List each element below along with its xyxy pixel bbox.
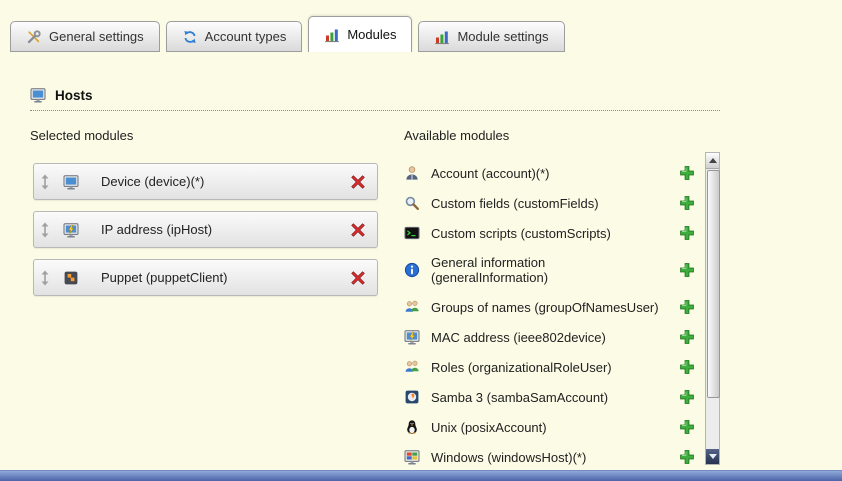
available-module-label: Samba 3 (sambaSamAccount)	[431, 390, 663, 405]
available-module-row: Unix (posixAccount)	[404, 412, 703, 442]
selected-module-label: IP address (ipHost)	[101, 222, 212, 237]
remove-module-button[interactable]	[350, 222, 366, 238]
tab-bar: General settings Account types Modules M…	[10, 16, 571, 52]
sync-icon	[182, 29, 198, 45]
selected-modules-list: Device (device)(*) IP address (ipHost) P…	[33, 163, 378, 307]
available-module-row: General information (generalInformation)	[404, 248, 703, 292]
add-module-button[interactable]	[679, 329, 695, 345]
add-module-button[interactable]	[679, 262, 695, 278]
tab-label: Module settings	[457, 29, 548, 44]
green-plus-icon	[679, 165, 695, 181]
tab-general-settings[interactable]: General settings	[10, 21, 160, 52]
device-monitor-icon	[63, 174, 79, 190]
tab-module-settings[interactable]: Module settings	[418, 21, 564, 52]
available-modules-heading: Available modules	[404, 128, 509, 143]
available-module-row: Roles (organizationalRoleUser)	[404, 352, 703, 382]
green-plus-icon	[679, 225, 695, 241]
tab-modules[interactable]: Modules	[308, 16, 412, 52]
chart-icon	[324, 27, 340, 43]
green-plus-icon	[679, 195, 695, 211]
monitor-icon	[30, 87, 46, 103]
green-plus-icon	[679, 262, 695, 278]
add-module-button[interactable]	[679, 359, 695, 375]
network-computer-icon	[404, 329, 420, 345]
person-icon	[404, 165, 420, 181]
available-modules-rows: Account (account)(*) Custom fields (cust…	[404, 152, 703, 465]
scroll-down-button[interactable]	[706, 449, 719, 464]
available-modules-list: Account (account)(*) Custom fields (cust…	[404, 152, 720, 465]
drag-handle-icon[interactable]	[40, 174, 50, 190]
green-plus-icon	[679, 449, 695, 465]
available-module-label: Custom fields (customFields)	[431, 196, 663, 211]
available-module-row: Custom scripts (customScripts)	[404, 218, 703, 248]
available-module-row: Account (account)(*)	[404, 158, 703, 188]
tab-label: Modules	[347, 27, 396, 42]
terminal-icon	[404, 225, 420, 241]
green-plus-icon	[679, 389, 695, 405]
available-module-label: General information (generalInformation)	[431, 255, 663, 285]
red-x-icon	[350, 270, 366, 286]
available-module-label: Groups of names (groupOfNamesUser)	[431, 300, 663, 315]
magnifier-icon	[404, 195, 420, 211]
available-module-label: MAC address (ieee802device)	[431, 330, 663, 345]
green-plus-icon	[679, 299, 695, 315]
tab-label: General settings	[49, 29, 144, 44]
selected-module-row[interactable]: Device (device)(*)	[33, 163, 378, 200]
available-module-row: Samba 3 (sambaSamAccount)	[404, 382, 703, 412]
red-x-icon	[350, 174, 366, 190]
scrollbar[interactable]	[705, 152, 720, 465]
scroll-up-button[interactable]	[706, 153, 719, 169]
selected-module-row[interactable]: IP address (ipHost)	[33, 211, 378, 248]
remove-module-button[interactable]	[350, 270, 366, 286]
green-plus-icon	[679, 419, 695, 435]
available-module-label: Windows (windowsHost)(*)	[431, 450, 663, 465]
add-module-button[interactable]	[679, 419, 695, 435]
add-module-button[interactable]	[679, 299, 695, 315]
available-module-label: Custom scripts (customScripts)	[431, 226, 663, 241]
footer-bar	[0, 470, 842, 481]
lam-config-modules-page: General settings Account types Modules M…	[0, 0, 842, 481]
drag-handle-icon[interactable]	[40, 222, 50, 238]
available-module-row: Groups of names (groupOfNamesUser)	[404, 292, 703, 322]
green-plus-icon	[679, 359, 695, 375]
chart-icon	[434, 29, 450, 45]
windows-monitor-icon	[404, 449, 420, 465]
hosts-section-header: Hosts	[30, 87, 720, 111]
selected-module-label: Puppet (puppetClient)	[101, 270, 227, 285]
puppet-icon	[63, 270, 79, 286]
add-module-button[interactable]	[679, 195, 695, 211]
samba-icon	[404, 389, 420, 405]
add-module-button[interactable]	[679, 389, 695, 405]
add-module-button[interactable]	[679, 449, 695, 465]
group-icon	[404, 359, 420, 375]
available-module-label: Account (account)(*)	[431, 166, 663, 181]
selected-modules-heading: Selected modules	[30, 128, 133, 143]
group-icon	[404, 299, 420, 315]
available-module-row: Custom fields (customFields)	[404, 188, 703, 218]
add-module-button[interactable]	[679, 225, 695, 241]
remove-module-button[interactable]	[350, 174, 366, 190]
available-module-row: Windows (windowsHost)(*)	[404, 442, 703, 465]
add-module-button[interactable]	[679, 165, 695, 181]
network-computer-icon	[63, 222, 79, 238]
drag-handle-icon[interactable]	[40, 270, 50, 286]
tab-account-types[interactable]: Account types	[166, 21, 303, 52]
red-x-icon	[350, 222, 366, 238]
scrollbar-thumb[interactable]	[707, 170, 720, 398]
tools-icon	[26, 29, 42, 45]
info-icon	[404, 262, 420, 278]
tux-icon	[404, 419, 420, 435]
available-module-label: Roles (organizationalRoleUser)	[431, 360, 663, 375]
section-title: Hosts	[55, 88, 93, 103]
tab-label: Account types	[205, 29, 287, 44]
selected-module-row[interactable]: Puppet (puppetClient)	[33, 259, 378, 296]
available-module-label: Unix (posixAccount)	[431, 420, 663, 435]
available-module-row: MAC address (ieee802device)	[404, 322, 703, 352]
green-plus-icon	[679, 329, 695, 345]
selected-module-label: Device (device)(*)	[101, 174, 204, 189]
